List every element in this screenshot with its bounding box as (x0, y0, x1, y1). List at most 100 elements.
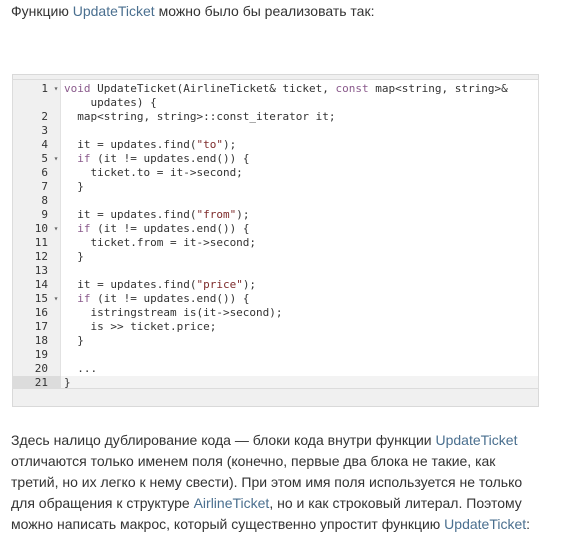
code-line[interactable]: 7 } (13, 180, 538, 194)
code-token: (it != updates.end()) { (90, 222, 250, 235)
code-token: ); (242, 278, 257, 291)
code-token: } (64, 376, 71, 389)
outro-text-segment: для обращения к структуре (11, 495, 194, 511)
code-line[interactable]: 12 } (13, 250, 538, 264)
code-line[interactable]: 14 it = updates.find("price"); (13, 278, 538, 292)
code-text: if (it != updates.end()) { (61, 152, 538, 166)
code-token: istringstream is(it->second); (64, 306, 283, 319)
code-line[interactable]: 13 (13, 264, 538, 278)
line-number: 21 (13, 376, 61, 388)
code-token: is >> ticket.price; (64, 320, 217, 333)
code-text: } (61, 334, 538, 348)
code-line[interactable]: 11 ticket.from = it->second; (13, 236, 538, 250)
code-text: if (it != updates.end()) { (61, 292, 538, 306)
line-number: 11 (34, 236, 48, 249)
code-token: map<string, string>& (368, 82, 508, 95)
code-token: ); (222, 138, 237, 151)
fold-arrow-icon[interactable]: ▾ (51, 292, 61, 306)
code-line[interactable]: 10 ▾ if (it != updates.end()) { (13, 222, 538, 236)
line-number: 4 (41, 138, 48, 151)
code-line[interactable]: 15 ▾ if (it != updates.end()) { (13, 292, 538, 306)
code-line[interactable]: 5 ▾ if (it != updates.end()) { (13, 152, 538, 166)
code-text: ticket.from = it->second; (61, 236, 538, 250)
line-number: 13 (34, 264, 48, 277)
code-line[interactable]: 21} (13, 376, 538, 389)
line-number: 12 (34, 250, 48, 263)
code-line[interactable]: 2 map<string, string>::const_iterator it… (13, 110, 538, 124)
code-text: it = updates.find("from"); (61, 208, 538, 222)
code-string: "from" (196, 208, 237, 221)
outro-text-segment: можно написать макрос, который существен… (11, 516, 445, 532)
line-number: 16 (34, 306, 48, 319)
code-line[interactable]: 18 } (13, 334, 538, 348)
code-line[interactable]: 9 it = updates.find("from"); (13, 208, 538, 222)
code-token: it = updates.find( (64, 278, 197, 291)
code-editor[interactable]: 1 ▾ void UpdateTicket(AirlineTicket& ticke… (12, 79, 539, 389)
code-text: map<string, string>::const_iterator it; (61, 110, 538, 124)
line-number (13, 96, 61, 110)
intro-paragraph: Функцию UpdateTicket можно было бы реали… (11, 2, 374, 20)
code-keyword: if (77, 152, 91, 165)
code-line[interactable]: 4 it = updates.find("to"); (13, 138, 538, 152)
code-text: ticket.to = it->second; (61, 166, 538, 180)
outro-text: Здесь налицо дублирование кода — блоки к… (11, 430, 563, 535)
code-text: is >> ticket.price; (61, 320, 538, 334)
code-text: if (it != updates.end()) { (61, 222, 538, 236)
outro-text-segment: отличаются только именем поля (конечно, … (11, 453, 496, 469)
code-line[interactable]: 6 ticket.to = it->second; (13, 166, 538, 180)
fold-arrow-icon[interactable]: ▾ (51, 82, 61, 96)
code-token: ); (236, 208, 250, 221)
line-number: 2 (41, 110, 48, 123)
code-line[interactable]: updates) { (13, 96, 538, 110)
code-lines: 1 ▾ void UpdateTicket(AirlineTicket& ticke… (13, 82, 538, 389)
code-text: it = updates.find("price"); (61, 278, 538, 292)
code-keyword: void (64, 82, 91, 95)
code-token: UpdateTicket(AirlineTicket& ticket, (90, 82, 336, 95)
outro-text-segment: : (526, 516, 531, 532)
code-line[interactable]: 1 ▾ void UpdateTicket(AirlineTicket& ticke… (13, 82, 538, 96)
outro-text-segment: Здесь налицо дублирование кода — блоки к… (11, 432, 436, 448)
code-line[interactable]: 19 (13, 348, 538, 362)
code-text: } (61, 376, 538, 389)
code-token: } (64, 250, 84, 263)
inline-code-name: UpdateTicket (435, 432, 518, 448)
line-number: 14 (34, 278, 48, 291)
outro-text-segment: третий, но их легко к нему свести). При … (11, 474, 523, 490)
code-token: (it != updates.end()) { (90, 152, 250, 165)
outro-paragraph: Здесь налицо дублирование кода — блоки к… (11, 430, 563, 535)
inline-code-name: AirlineTicket (193, 495, 270, 511)
code-token: it = updates.find( (64, 208, 197, 221)
fold-arrow-icon[interactable]: ▾ (51, 152, 61, 166)
code-line[interactable]: 3 (13, 124, 538, 138)
intro-function-name: UpdateTicket (72, 3, 155, 19)
line-number: 9 (41, 208, 48, 221)
line-number: 8 (41, 194, 48, 207)
code-line[interactable]: 8 (13, 194, 538, 208)
code-token: ticket.from = it->second; (64, 236, 257, 249)
code-line[interactable]: 16 istringstream is(it->second); (13, 306, 538, 320)
code-keyword: if (77, 222, 91, 235)
code-text: void UpdateTicket(AirlineTicket& ticket,… (61, 82, 538, 96)
line-number: 3 (41, 124, 48, 137)
code-text: updates) { (61, 96, 538, 110)
code-keyword: if (77, 292, 91, 305)
code-string: "to" (196, 138, 223, 151)
line-number: 17 (34, 320, 48, 333)
line-number: 18 (34, 334, 48, 347)
fold-arrow-icon[interactable]: ▾ (51, 222, 61, 236)
code-token: it = updates.find( (64, 138, 197, 151)
code-line[interactable]: 17 is >> ticket.price; (13, 320, 538, 334)
inline-code-name: UpdateTicket (444, 516, 527, 532)
code-token: } (64, 334, 84, 347)
code-text: } (61, 180, 538, 194)
code-line[interactable]: 20 ... (13, 362, 538, 376)
line-number: 20 (34, 362, 48, 375)
code-text: } (61, 250, 538, 264)
code-token: ticket.to = it->second; (64, 166, 243, 179)
